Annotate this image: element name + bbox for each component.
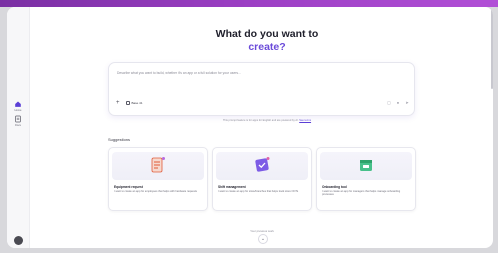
card-description: I want to create an app for managers tha… [322, 190, 401, 197]
plus-icon[interactable]: + [116, 99, 122, 107]
rail-item-docs[interactable]: Docs [10, 115, 26, 133]
card-title: Equipment request [114, 185, 143, 189]
scroll-hint: Your previous work [250, 229, 274, 233]
home-icon [15, 101, 21, 107]
card-illustration [320, 152, 412, 180]
document-icon [15, 115, 21, 123]
card-title: Onboarding tool [322, 185, 347, 189]
mic-icon[interactable]: ● [395, 100, 401, 106]
prompt-input[interactable]: Describe what you want to build, whether… [108, 62, 415, 116]
suggestions-heading: Suggestions [108, 137, 131, 142]
title-line-2: create? [248, 41, 286, 53]
side-rail: Home Docs [7, 7, 30, 248]
image-icon[interactable]: ▢ [386, 100, 392, 106]
send-icon[interactable]: ➤ [404, 100, 410, 106]
page-title: What do you want to create? [167, 28, 367, 54]
card-title: Shift management [218, 185, 246, 189]
card-description: I want to create an app for employees th… [114, 190, 197, 193]
chevron-down-icon[interactable]: ⌄ [258, 234, 268, 244]
chip-icon [126, 101, 130, 105]
title-line-1: What do you want to [215, 28, 319, 40]
rail-item-label: Home [14, 109, 22, 112]
suggestion-card[interactable]: Shift management I want to create an app… [212, 147, 312, 211]
rail-item-label: Docs [15, 124, 21, 127]
terms-link[interactable]: See terms [299, 119, 311, 122]
model-chip[interactable]: Base 41 [126, 100, 143, 106]
scrollbar[interactable] [491, 9, 493, 89]
suggestion-card[interactable]: Onboarding tool I want to create an app … [316, 147, 416, 211]
prompt-placeholder: Describe what you want to build, whether… [117, 71, 241, 75]
card-description: I want to create an app for store/branch… [218, 190, 299, 193]
disclaimer-text: This prompt feature is for apps for Engl… [222, 119, 299, 122]
chip-label: Base 41 [131, 101, 143, 105]
card-illustration [112, 152, 204, 180]
avatar[interactable] [14, 236, 23, 245]
suggestion-card[interactable]: Equipment request I want to create an ap… [108, 147, 208, 211]
prompt-toolbar: + Base 41 ▢ ● ➤ [116, 99, 410, 107]
document-list-icon [151, 157, 165, 173]
calendar-icon [360, 160, 372, 171]
title-bar [0, 0, 498, 7]
card-illustration [216, 152, 308, 180]
shield-check-icon [255, 157, 270, 172]
disclaimer: This prompt feature is for apps for Engl… [157, 119, 377, 122]
app-window: Home Docs What do you want to create? De… [7, 7, 493, 248]
